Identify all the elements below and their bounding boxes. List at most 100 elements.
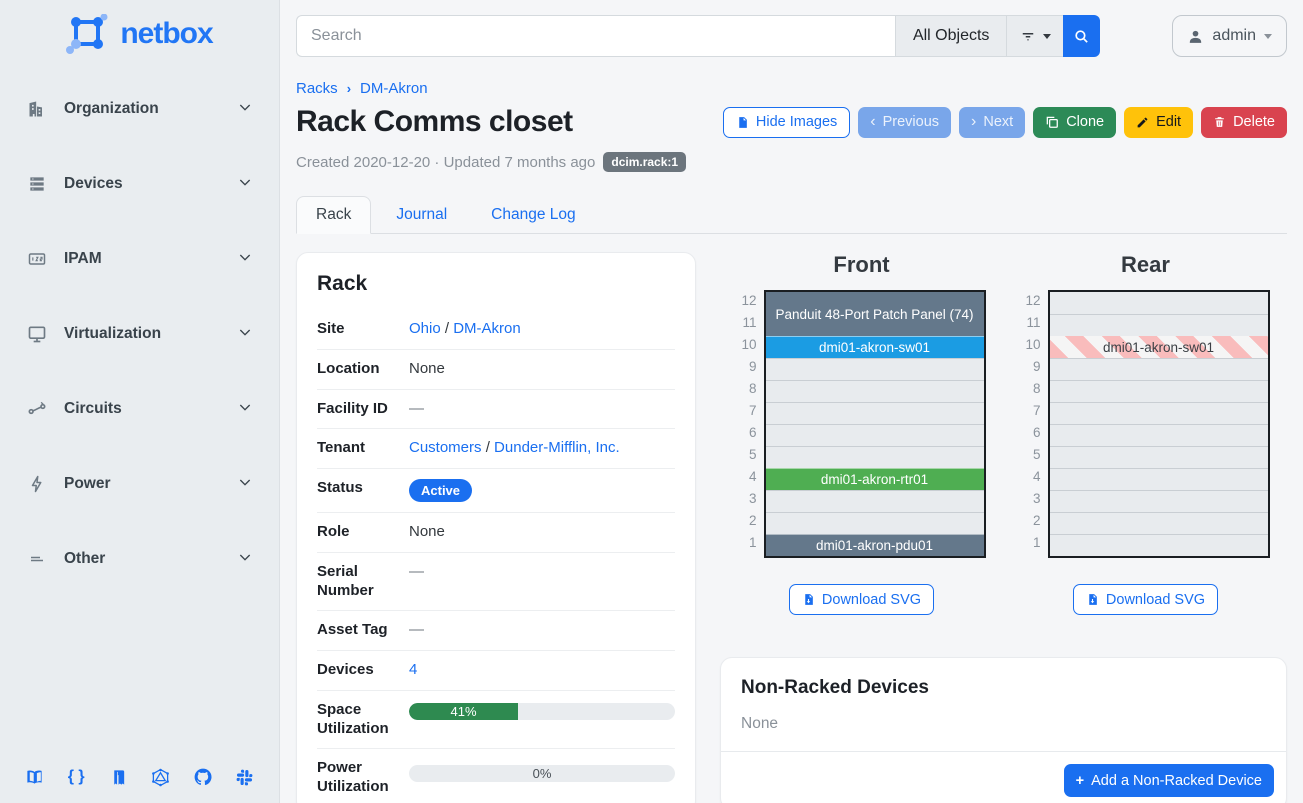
info-row-power-utilization: Power Utilization 0% [317,749,675,803]
edit-button[interactable]: Edit [1124,107,1193,138]
tab-journal[interactable]: Journal [377,197,466,233]
page-title: Rack Comms closet [296,105,573,139]
rack-device-dmi01-akron-pdu01[interactable]: dmi01-akron-pdu01 [766,534,984,556]
tab-change-log[interactable]: Change Log [472,197,594,233]
site-label: Site [317,320,409,339]
role-value: None [409,523,675,540]
unit-number: 1 [1022,532,1041,554]
sidebar-item-label: Other [64,550,221,568]
rack-unit-empty [1050,402,1268,424]
rack-unit-empty [1050,424,1268,446]
sidebar-item-organization[interactable]: Organization [0,88,279,130]
unit-number: 11 [1022,312,1041,334]
tab-rack[interactable]: Rack [296,196,371,234]
chevron-down-icon [1264,34,1272,39]
github-icon[interactable] [193,767,213,787]
rear-rack-units: dmi01-akron-sw01 [1048,290,1270,558]
rack-unit-empty [1050,358,1268,380]
file-download-icon [1086,592,1099,607]
next-button[interactable]: › Next [959,107,1025,138]
chevron-right-icon: › [347,81,351,96]
sidebar-item-circuits[interactable]: Circuits [0,388,279,430]
pencil-icon [1136,116,1149,129]
breadcrumb: Racks › DM-Akron [296,80,1287,97]
site-link[interactable]: DM-Akron [453,320,521,337]
hide-images-button[interactable]: Hide Images [723,107,850,138]
download-svg-label: Download SVG [1106,592,1205,608]
docs-icon[interactable] [24,767,44,787]
status-badge[interactable]: Active [409,479,472,502]
chevron-left-icon: ‹ [870,113,875,131]
breadcrumb-site-link[interactable]: DM-Akron [360,80,428,97]
sidebar-item-other[interactable]: Other [0,538,279,580]
add-non-racked-device-button[interactable]: + Add a Non-Racked Device [1064,764,1274,797]
code-braces-icon[interactable]: { } [66,767,86,787]
asset-tag-value: — [409,621,675,638]
unit-number: 7 [738,400,757,422]
front-download-svg-button[interactable]: Download SVG [789,584,934,615]
previous-button[interactable]: ‹ Previous [858,107,951,138]
unit-number: 8 [738,378,757,400]
unit-number: 12 [1022,290,1041,312]
graphql-icon[interactable] [151,767,171,787]
delete-button[interactable]: Delete [1201,107,1287,138]
search-group: All Objects [296,15,1100,57]
devices-count-link[interactable]: 4 [409,661,417,678]
info-row-status: Status Active [317,469,675,513]
rack-device-dmi01-akron-sw01[interactable]: dmi01-akron-sw01 [766,336,984,358]
search-input[interactable] [296,15,895,57]
unit-number: 10 [738,334,757,356]
unit-number: 8 [1022,378,1041,400]
space-utilization-label: Space Utilization [317,701,409,739]
sidebar-footer: { } [0,751,279,803]
site-group-link[interactable]: Ohio [409,320,441,337]
netbox-logo-text: netbox [120,17,212,51]
rack-unit-empty [766,380,984,402]
tab-bar: Rack Journal Change Log [296,196,1287,234]
sidebar-item-devices[interactable]: Devices [0,163,279,205]
unit-number: 2 [1022,510,1041,532]
search-scope-button[interactable]: All Objects [895,15,1006,57]
sidebar-item-label: Organization [64,100,221,118]
unit-number: 1 [738,532,757,554]
username-label: admin [1212,27,1256,45]
image-file-icon [736,115,749,130]
rack-device-dmi01-akron-rtr01[interactable]: dmi01-akron-rtr01 [766,468,984,490]
search-filter-button[interactable] [1006,15,1063,57]
breadcrumb-racks-link[interactable]: Racks [296,80,338,97]
created-updated-text: Created 2020-12-20 · Updated 7 months ag… [296,154,595,171]
rack-device-Panduit 48-Port Patch Panel (74)[interactable]: Panduit 48-Port Patch Panel (74) [766,292,984,336]
status-label: Status [317,479,409,498]
tenant-group-link[interactable]: Customers [409,439,482,456]
non-racked-devices-footer: + Add a Non-Racked Device [721,751,1286,803]
rack-unit-empty [1050,292,1268,314]
right-column: Front 121110987654321 Panduit 48-Port Pa… [720,252,1287,803]
clone-button[interactable]: Clone [1033,107,1116,138]
unit-number: 11 [738,312,757,334]
tenant-link[interactable]: Dunder-Mifflin, Inc. [494,439,620,456]
unit-number: 3 [1022,488,1041,510]
search-submit-button[interactable] [1063,15,1100,57]
sidebar-item-power[interactable]: Power [0,463,279,505]
front-elevation: Front 121110987654321 Panduit 48-Port Pa… [720,252,1003,615]
sidebar-item-ipam[interactable]: IPAM [0,238,279,280]
facility-id-label: Facility ID [317,400,409,419]
netbox-logo[interactable]: netbox [0,0,279,60]
chevron-down-icon [237,474,253,494]
user-menu-button[interactable]: admin [1172,15,1287,57]
unit-number: 7 [1022,400,1041,422]
meta-row: Created 2020-12-20 · Updated 7 months ag… [296,152,1287,172]
topbar: All Objects admin [296,15,1287,57]
rear-elevation-title: Rear [1121,252,1170,278]
chevron-down-icon [237,174,253,194]
chevron-down-icon [237,324,253,344]
rear-download-svg-button[interactable]: Download SVG [1073,584,1218,615]
rack-device-dmi01-akron-sw01[interactable]: dmi01-akron-sw01 [1050,336,1268,358]
slack-icon[interactable] [235,767,255,787]
sidebar-item-virtualization[interactable]: Virtualization [0,313,279,355]
object-id-badge[interactable]: dcim.rack:1 [603,152,686,172]
facility-id-value: — [409,400,675,417]
power-utilization-bar: 0% [409,765,675,782]
list-icon [26,548,48,570]
book-icon[interactable] [108,767,128,787]
